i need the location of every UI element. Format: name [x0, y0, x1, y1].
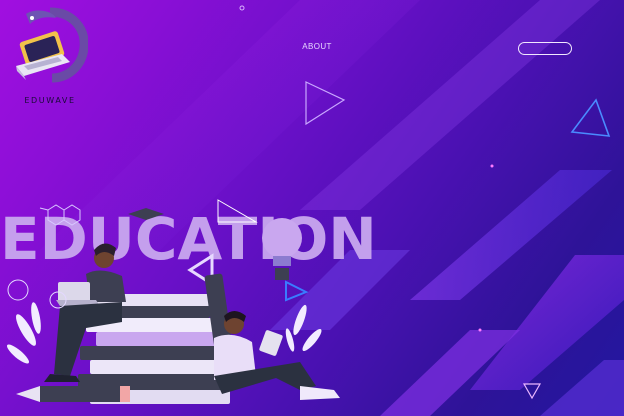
lightbulb-icon [262, 218, 302, 280]
diagonal-band [540, 360, 624, 416]
sparkle-dot [239, 5, 245, 11]
triangle-outline-icon [285, 280, 309, 302]
nav-about-link[interactable]: ABOUT [296, 42, 338, 51]
education-illustration [6, 199, 340, 404]
triangle-outline-icon [570, 98, 611, 137]
graduation-cap-icon [128, 208, 164, 220]
chemistry-doodle-icon [39, 204, 81, 226]
sparkle-dot [490, 164, 494, 168]
brand-name: EDUWAVE [24, 96, 76, 105]
brand-logo[interactable]: EDUWAVE [4, 6, 88, 106]
decor-ring [7, 279, 29, 301]
geometry-doodle-icon [217, 199, 258, 223]
sparkle-dot [478, 328, 482, 332]
laptop-logo-icon [16, 7, 88, 83]
nav-pill-button[interactable] [518, 42, 572, 55]
student-reading-figure [214, 311, 340, 400]
hero-page: EDUWAVE ABOUT EDUCATION [0, 0, 624, 416]
triangle-outline-icon [522, 383, 542, 400]
